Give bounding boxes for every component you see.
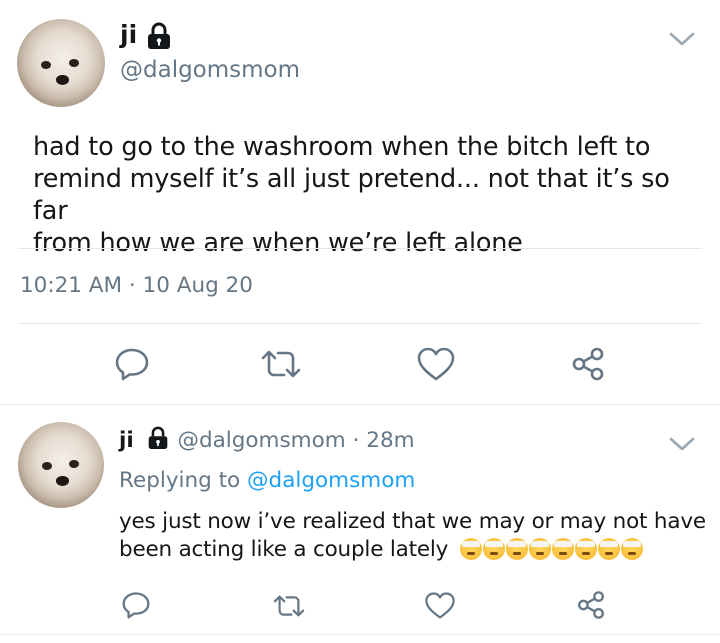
head-bandage-emoji-icon [574, 538, 597, 560]
lock-icon [147, 426, 169, 458]
avatar[interactable] [18, 422, 104, 508]
handle[interactable]: @dalgomsmom [120, 56, 300, 84]
replying-to-link[interactable]: @dalgomsmom [247, 468, 415, 493]
head-bandage-emoji-icon [505, 538, 528, 560]
chevron-down-icon[interactable] [668, 30, 696, 52]
head-bandage-emoji-icon [597, 538, 620, 560]
share-icon[interactable] [569, 345, 607, 383]
replying-to: Replying to @dalgomsmom [119, 467, 415, 495]
retweet-icon[interactable] [258, 348, 304, 380]
tweet-text-line: been acting like a couple lately [119, 536, 709, 564]
head-bandage-emoji-icon [482, 538, 505, 560]
tweet-text-segment: been acting like a couple lately [119, 537, 449, 562]
head-bandage-emoji-icon [528, 538, 551, 560]
replying-prefix: Replying to [119, 468, 248, 493]
lock-icon [146, 22, 172, 54]
section-separator [0, 634, 720, 635]
tweet-age[interactable]: 28m [366, 428, 414, 453]
share-icon[interactable] [575, 589, 607, 621]
reply-text: yes just now i’ve realized that we may o… [119, 508, 709, 564]
tweet-text-line: had to go to the washroom when the bitch… [33, 132, 651, 162]
display-name[interactable]: ji [119, 428, 134, 453]
heart-icon[interactable] [424, 591, 456, 620]
reply-header: ji @dalgomsmom · 28m [119, 426, 415, 458]
tweet-text: had to go to the washroom when the bitch… [33, 131, 703, 259]
head-bandage-emoji-icon [459, 538, 482, 560]
timestamp[interactable]: 10:21 AM · 10 Aug 20 [20, 272, 253, 300]
reply-icon[interactable] [121, 591, 151, 619]
chevron-down-icon[interactable] [668, 435, 696, 457]
tweet-text-line: remind myself it’s all just pretend... n… [33, 164, 670, 226]
tweet-text-line: yes just now i’ve realized that we may o… [119, 509, 706, 534]
emoji-row [459, 537, 643, 562]
head-bandage-emoji-icon [620, 538, 643, 560]
reply-icon[interactable] [114, 347, 150, 381]
divider [18, 248, 702, 249]
retweet-icon[interactable] [271, 593, 307, 619]
heart-icon[interactable] [416, 346, 456, 382]
section-separator [0, 404, 720, 405]
separator-dot: · [352, 428, 360, 453]
tweet-text-line: from how we are when we’re left alone [33, 228, 523, 258]
avatar[interactable] [17, 19, 105, 107]
divider [18, 323, 702, 324]
head-bandage-emoji-icon [551, 538, 574, 560]
display-name[interactable]: ji [120, 20, 137, 50]
handle[interactable]: @dalgomsmom [177, 428, 345, 453]
